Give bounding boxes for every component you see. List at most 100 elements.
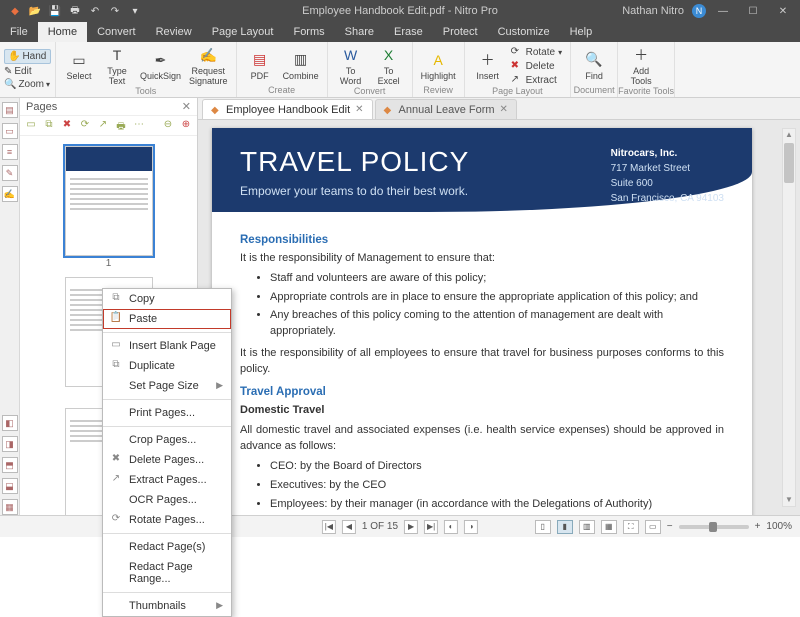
request-signature-button[interactable]: ✍Request Signature — [189, 46, 228, 86]
hand-tool[interactable]: ✋Hand — [4, 49, 51, 64]
vertical-scrollbar[interactable]: ▲ ▼ — [782, 128, 796, 507]
scroll-down-icon[interactable]: ▼ — [783, 494, 795, 506]
zoom-out-button[interactable]: − — [667, 521, 673, 532]
menu-file[interactable]: File — [0, 22, 38, 42]
pt-new-icon[interactable]: ▭ — [24, 119, 38, 133]
to-word-button[interactable]: WTo Word — [336, 46, 366, 86]
tab-annual-leave[interactable]: ◆ Annual Leave Form ✕ — [375, 99, 517, 119]
view-grid-button[interactable]: ▦ — [601, 520, 617, 534]
type-text-button[interactable]: TType Text — [102, 46, 132, 86]
pdf-button[interactable]: ▤PDF — [245, 51, 275, 81]
open-icon[interactable]: 📂 — [28, 4, 42, 18]
redo-icon[interactable]: ↷ — [108, 4, 122, 18]
pt-rotate-icon[interactable]: ⟳ — [78, 119, 92, 133]
menu-help[interactable]: Help — [560, 22, 603, 42]
cm-rotate-pages-[interactable]: ⟳Rotate Pages... — [103, 510, 231, 530]
thumbnail-page-1[interactable] — [65, 146, 153, 256]
cm-duplicate[interactable]: ⧉Duplicate — [103, 356, 231, 376]
pages-icon[interactable]: ▭ — [2, 123, 18, 139]
zoom-slider[interactable] — [679, 525, 749, 529]
tab-close-icon[interactable]: ✕ — [355, 104, 363, 115]
cm-print-pages-[interactable]: Print Pages... — [103, 403, 231, 423]
zoom-in-button[interactable]: + — [755, 521, 761, 532]
pt-extract-icon[interactable]: ↗ — [96, 119, 110, 133]
cm-thumbnails[interactable]: Thumbnails▶ — [103, 596, 231, 616]
select-button[interactable]: ▭Select — [64, 51, 94, 81]
cm-ocr-pages-[interactable]: OCR Pages... — [103, 490, 231, 510]
undo-icon[interactable]: ↶ — [88, 4, 102, 18]
bookmarks-icon[interactable]: ▤ — [2, 102, 18, 118]
save-icon[interactable]: 💾 — [48, 4, 62, 18]
pt-zoom-in-icon[interactable]: ⊕ — [179, 119, 193, 133]
pt-copy-icon[interactable]: ⧉ — [42, 119, 56, 133]
tool2-icon[interactable]: ◨ — [2, 436, 18, 452]
nav-back-button[interactable]: ◐ — [444, 520, 458, 534]
cm-insert-blank-page[interactable]: ▭Insert Blank Page — [103, 336, 231, 356]
pt-more-icon[interactable]: ⋯ — [132, 119, 146, 133]
cm-redact-page-range-[interactable]: Redact Page Range... — [103, 557, 231, 589]
pt-zoom-out-icon[interactable]: ⊖ — [161, 119, 175, 133]
menu-convert[interactable]: Convert — [87, 22, 146, 42]
menu-page-layout[interactable]: Page Layout — [202, 22, 284, 42]
zoom-tool[interactable]: 🔍Zoom▾ — [4, 79, 51, 90]
view-facing-button[interactable]: ▥ — [579, 520, 595, 534]
tool4-icon[interactable]: ⬓ — [2, 478, 18, 494]
add-tools-button[interactable]: ＋Add Tools — [626, 46, 656, 86]
extract-button[interactable]: ↗Extract — [511, 74, 562, 86]
tool3-icon[interactable]: ⬒ — [2, 457, 18, 473]
cm-crop-pages-[interactable]: Crop Pages... — [103, 430, 231, 450]
group-tools-label: Tools — [56, 86, 236, 98]
menu-review[interactable]: Review — [146, 22, 202, 42]
signatures-icon[interactable]: ✍ — [2, 186, 18, 202]
cm-redact-page-s-[interactable]: Redact Page(s) — [103, 537, 231, 557]
view-fullscreen-button[interactable]: ⛶ — [623, 520, 639, 534]
edit-tool[interactable]: ✎Edit — [4, 66, 51, 77]
tab-close-icon[interactable]: ✕ — [500, 104, 508, 115]
menu-share[interactable]: Share — [335, 22, 384, 42]
scroll-up-icon[interactable]: ▲ — [783, 129, 795, 141]
pt-delete-icon[interactable]: ✖ — [60, 119, 74, 133]
nav-fwd-button[interactable]: ◑ — [464, 520, 478, 534]
cm-paste[interactable]: 📋Paste — [103, 309, 231, 329]
first-page-button[interactable]: |◀ — [322, 520, 336, 534]
view-single-button[interactable]: ▯ — [535, 520, 551, 534]
close-button[interactable]: ✕ — [770, 1, 796, 21]
last-page-button[interactable]: ▶| — [424, 520, 438, 534]
highlight-button[interactable]: AHighlight — [421, 51, 456, 81]
pages-close-icon[interactable]: ✕ — [182, 100, 191, 113]
menu-forms[interactable]: Forms — [283, 22, 334, 42]
minimize-button[interactable]: ― — [710, 1, 736, 21]
user-avatar[interactable]: N — [692, 4, 706, 18]
layers-icon[interactable]: ≡ — [2, 144, 18, 160]
menu-erase[interactable]: Erase — [384, 22, 433, 42]
view-continuous-button[interactable]: ▮ — [557, 520, 573, 534]
menu-customize[interactable]: Customize — [488, 22, 560, 42]
delete-button[interactable]: ✖Delete — [511, 60, 562, 72]
attachments-icon[interactable]: ✎ — [2, 165, 18, 181]
print-icon[interactable]: 🖶 — [68, 4, 82, 18]
maximize-button[interactable]: ☐ — [740, 1, 766, 21]
next-page-button[interactable]: ▶ — [404, 520, 418, 534]
to-excel-button[interactable]: XTo Excel — [374, 46, 404, 86]
cm-delete-pages-[interactable]: ✖Delete Pages... — [103, 450, 231, 470]
cm-extract-pages-[interactable]: ↗Extract Pages... — [103, 470, 231, 490]
qat-dropdown-icon[interactable]: ▾ — [128, 4, 142, 18]
menu-protect[interactable]: Protect — [433, 22, 488, 42]
text: It is the responsibility of Management t… — [240, 251, 724, 267]
quicksign-button[interactable]: ✒QuickSign — [140, 51, 181, 81]
menu-home[interactable]: Home — [38, 22, 87, 42]
cm-copy[interactable]: ⧉Copy — [103, 289, 231, 309]
cm-set-page-size[interactable]: Set Page Size▶ — [103, 376, 231, 396]
find-button[interactable]: 🔍Find — [579, 51, 609, 81]
pt-print-icon[interactable]: 🖶 — [114, 119, 128, 133]
tab-employee-handbook[interactable]: ◆ Employee Handbook Edit ✕ — [202, 99, 373, 119]
combine-button[interactable]: ▥Combine — [283, 51, 319, 81]
user-name[interactable]: Nathan Nitro — [622, 5, 684, 17]
tool5-icon[interactable]: ▦ — [2, 499, 18, 515]
tool1-icon[interactable]: ◧ — [2, 415, 18, 431]
rotate-button[interactable]: ⟳Rotate▾ — [511, 46, 562, 58]
scroll-thumb[interactable] — [784, 143, 794, 183]
view-collapse-button[interactable]: ▭ — [645, 520, 661, 534]
insert-button[interactable]: ＋Insert — [473, 51, 503, 81]
prev-page-button[interactable]: ◀ — [342, 520, 356, 534]
